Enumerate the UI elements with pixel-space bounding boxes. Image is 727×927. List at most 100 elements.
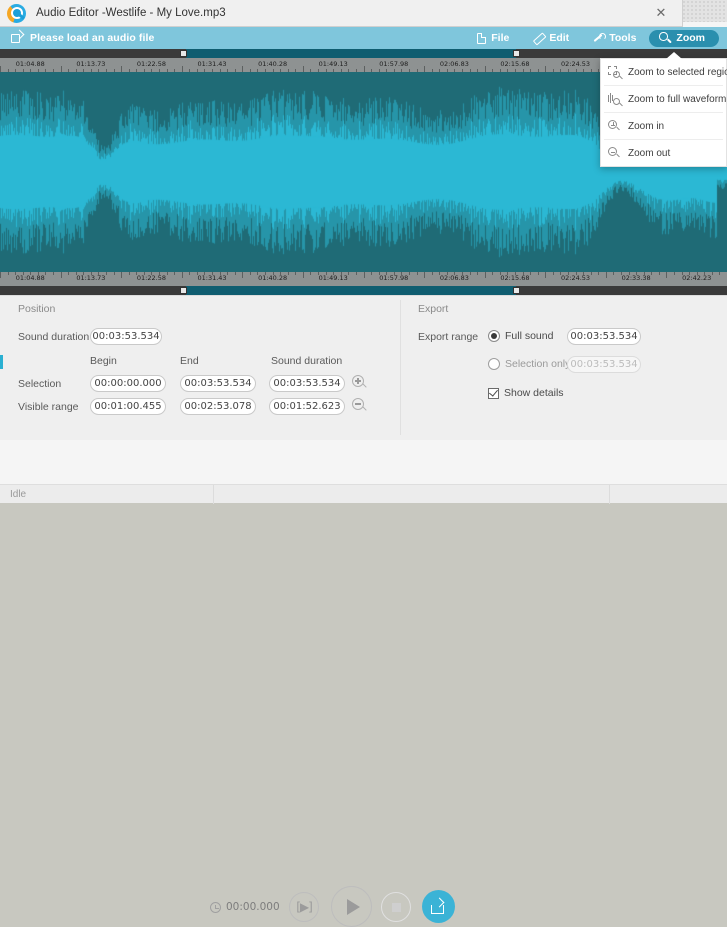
timeline-tick <box>326 272 327 275</box>
timeline-tick <box>606 272 607 278</box>
timeline-tick <box>288 272 289 275</box>
timeline-tick <box>682 272 683 275</box>
tools-menu-label: Tools <box>609 32 636 44</box>
timeline-tick <box>235 272 236 275</box>
status-bar: Idle <box>0 484 727 503</box>
timeline-tick <box>568 272 569 275</box>
timeline-label: 02:06.83 <box>440 274 469 282</box>
menu-item-zoom-in[interactable]: Zoom in <box>601 113 726 139</box>
status-divider-2 <box>609 485 610 504</box>
visible-range-end-handle-top[interactable] <box>513 50 520 57</box>
timeline-tick <box>447 272 448 275</box>
stop-button[interactable] <box>381 892 411 922</box>
timeline-tick <box>386 272 387 275</box>
menu-item-zoom-to-full-waveform[interactable]: Zoom to full waveform <box>601 86 726 112</box>
zoom-region-icon <box>608 66 621 79</box>
window-title: Audio Editor -Westlife - My Love.mp3 <box>36 7 226 19</box>
timeline-label: 01:13.73 <box>76 274 105 282</box>
visible-range-start-handle-bottom[interactable] <box>180 287 187 294</box>
play-selection-button[interactable]: [▶] <box>289 892 319 922</box>
timeline-tick <box>507 272 508 275</box>
timeline-tick <box>689 272 690 275</box>
timeline-label: 01:40.28 <box>258 60 287 68</box>
export-button[interactable] <box>422 890 455 923</box>
radio-full-sound[interactable] <box>488 330 500 342</box>
visible-range-start-handle-top[interactable] <box>180 50 187 57</box>
timeline-tick <box>666 272 667 278</box>
menu-item-zoom-to-selected-region[interactable]: Zoom to selected region <box>601 59 726 85</box>
column-header-duration: Sound duration <box>271 355 342 367</box>
timeline-tick <box>674 272 675 275</box>
playhead-time: 00:00.000 <box>210 901 280 913</box>
checkbox-show-details[interactable] <box>488 388 499 399</box>
timeline-tick <box>310 272 311 275</box>
menu-item-zoom-out[interactable]: Zoom out <box>601 140 726 166</box>
close-icon[interactable]: ✕ <box>640 0 682 26</box>
sound-duration-field[interactable]: 00:03:53.534 <box>90 328 162 345</box>
timeline-tick <box>136 272 137 275</box>
visible-range-duration-field[interactable]: 00:01:52.623 <box>269 398 345 415</box>
edit-menu-button[interactable]: Edit <box>522 30 579 47</box>
tools-menu-button[interactable]: Tools <box>582 30 646 47</box>
zoom-out-icon[interactable] <box>352 398 367 413</box>
visible-range-fill-top <box>186 49 516 58</box>
timeline-tick <box>189 272 190 275</box>
command-bar: Please load an audio file File Edit Tool… <box>0 27 727 49</box>
load-audio-file-button[interactable]: Please load an audio file <box>11 32 154 44</box>
timeline-tick <box>432 272 433 275</box>
zoom-menu-button[interactable]: Zoom <box>649 30 719 47</box>
open-folder-icon <box>11 32 23 44</box>
timeline-tick <box>204 272 205 275</box>
visible-range-row-label: Visible range <box>18 401 79 413</box>
timeline-tick <box>515 272 516 275</box>
timeline-tick <box>265 272 266 275</box>
file-menu-button[interactable]: File <box>467 30 519 47</box>
title-bar: Audio Editor -Westlife - My Love.mp3 ✕ <box>0 0 683 27</box>
zoom-waveform-icon <box>608 93 621 106</box>
zoom-dropdown-menu: Zoom to selected region Zoom to full wav… <box>600 58 727 167</box>
selection-end-field[interactable]: 00:03:53.534 <box>180 375 256 392</box>
timeline-tick <box>76 272 77 275</box>
timeline-label: 01:49.13 <box>319 274 348 282</box>
visible-range-end-field[interactable]: 00:02:53.078 <box>180 398 256 415</box>
visible-range-scrollbar-bottom[interactable] <box>0 286 727 295</box>
timeline-ruler-bottom[interactable]: 01:04.8801:13.7301:22.5801:31.4301:40.28… <box>0 272 727 286</box>
position-section-title: Position <box>18 303 55 315</box>
timeline-tick <box>197 272 198 275</box>
timeline-tick <box>424 272 425 278</box>
timeline-tick <box>394 272 395 275</box>
playhead-time-value: 00:00.000 <box>226 901 280 913</box>
timeline-tick <box>333 272 334 275</box>
timeline-tick <box>485 272 486 278</box>
menu-label-zoom-waveform: Zoom to full waveform <box>628 94 726 105</box>
visible-range-begin-field[interactable]: 00:01:00.455 <box>90 398 166 415</box>
menu-label-zoom-region: Zoom to selected region <box>628 67 727 78</box>
panel-divider <box>400 300 401 435</box>
timeline-tick <box>38 272 39 275</box>
timeline-tick <box>53 272 54 275</box>
wrench-icon <box>592 32 604 44</box>
zoom-in-icon[interactable] <box>352 375 367 390</box>
stop-icon <box>392 903 401 912</box>
export-icon <box>431 900 446 914</box>
visible-range-scrollbar-top[interactable] <box>0 49 727 58</box>
timeline-tick <box>477 272 478 275</box>
document-icon <box>477 33 486 44</box>
timeline-tick <box>250 272 251 275</box>
selection-duration-field[interactable]: 00:03:53.534 <box>269 375 345 392</box>
timeline-tick <box>348 272 349 275</box>
timeline-tick <box>273 272 274 275</box>
timeline-tick <box>492 272 493 275</box>
timeline-tick <box>15 272 16 275</box>
timeline-tick <box>295 272 296 275</box>
timeline-tick <box>613 272 614 275</box>
play-button[interactable] <box>331 886 372 927</box>
column-header-end: End <box>180 355 199 367</box>
radio-selection-only[interactable] <box>488 358 500 370</box>
export-full-sound-field[interactable]: 00:03:53.534 <box>567 328 641 345</box>
timeline-tick <box>167 272 168 275</box>
timeline-tick <box>242 272 243 278</box>
selection-begin-field[interactable]: 00:00:00.000 <box>90 375 166 392</box>
visible-range-end-handle-bottom[interactable] <box>513 287 520 294</box>
magnifier-icon <box>659 32 671 44</box>
